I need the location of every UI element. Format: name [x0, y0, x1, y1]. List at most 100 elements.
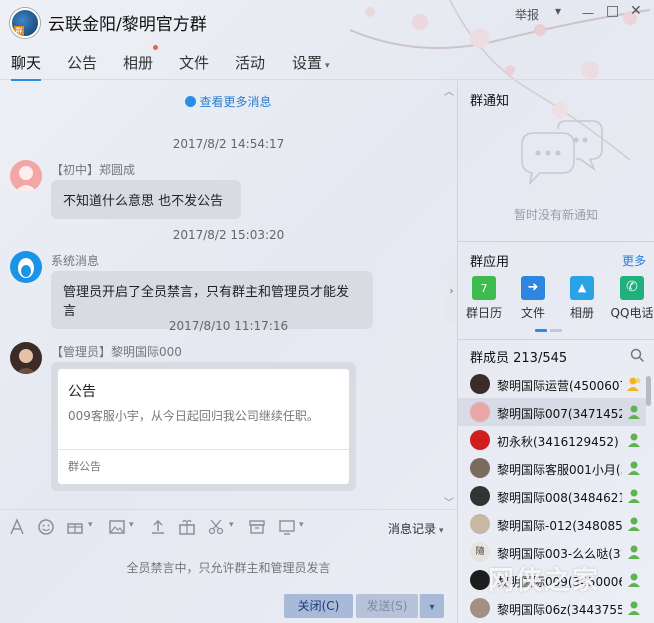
chevron-down-icon[interactable]: ▾	[555, 4, 561, 18]
group-badge: 群	[14, 26, 24, 36]
emoji-icon[interactable]	[37, 518, 55, 536]
watermark: 网侠之家	[488, 566, 601, 596]
user-photo-icon	[15, 349, 37, 374]
avatar[interactable]	[10, 251, 42, 283]
close-button[interactable]: 关闭(C)	[284, 594, 353, 618]
pager-dot[interactable]	[550, 329, 562, 332]
avatar	[470, 430, 490, 450]
avatar	[470, 570, 490, 590]
notice-card-content: 公告 009客服小宇，从今日起回归我公司继续任职。 群公告	[58, 369, 349, 484]
mute-hint: 全员禁言中，只允许群主和管理员发言	[126, 561, 331, 575]
sender-name: 系统消息	[51, 254, 100, 268]
tab-settings[interactable]: 设置 ▾	[292, 52, 330, 73]
chevron-down-icon[interactable]: ▾	[129, 520, 134, 530]
admin-icon	[628, 545, 640, 559]
tab-activity[interactable]: 活动	[235, 52, 265, 73]
close-icon[interactable]: ✕	[630, 3, 642, 19]
member-list-scrollbar[interactable]	[646, 376, 651, 406]
admin-icon	[628, 433, 640, 447]
album-icon: ▲	[570, 276, 594, 300]
image-icon[interactable]	[108, 518, 126, 536]
tab-settings-label: 设置	[292, 54, 323, 72]
notice-section-title: 群通知	[470, 94, 510, 109]
message-timestamp: 2017/8/2 14:54:17	[172, 137, 285, 151]
notice-body: 009客服小宇，从今日起回归我公司继续任职。	[68, 409, 319, 423]
chevron-down-icon[interactable]: ▾	[88, 520, 93, 530]
app-file[interactable]: ➜ 文件	[511, 276, 555, 321]
tab-files[interactable]: 文件	[179, 52, 209, 73]
chat-area[interactable]: 查看更多消息 2017/8/2 14:54:17 【初中】郑圆成 不知道什么意思…	[0, 81, 457, 507]
empty-notice-text: 暂时没有新通知	[513, 208, 598, 222]
calendar-icon: 7	[472, 276, 496, 300]
phone-icon: ✆	[620, 276, 644, 300]
search-icon[interactable]	[630, 348, 645, 363]
notice-card[interactable]: 公告 009客服小宇，从今日起回归我公司继续任职。 群公告	[51, 362, 356, 491]
archive-icon[interactable]	[248, 518, 266, 536]
message-record-button[interactable]: 消息记录 ▾	[388, 520, 444, 537]
gift-box-icon[interactable]	[66, 518, 84, 536]
chevron-down-icon[interactable]: ▾	[299, 520, 304, 530]
admin-icon	[628, 573, 640, 587]
font-icon[interactable]	[8, 518, 26, 536]
avatar	[470, 374, 490, 394]
avatar[interactable]	[10, 342, 42, 374]
app-label: QQ电话	[610, 306, 654, 320]
chevron-down-icon[interactable]: ﹀	[444, 494, 454, 509]
message-timestamp: 2017/8/2 15:03:20	[172, 228, 285, 242]
avatar: 隨	[470, 542, 490, 562]
clock-icon	[185, 96, 197, 107]
avatar	[470, 402, 490, 422]
member-item[interactable]: 黎明国际客服001小月(3	[458, 454, 646, 482]
tab-chat[interactable]: 聊天	[11, 52, 42, 81]
send-options-button[interactable]: ▾	[419, 594, 444, 618]
divider	[458, 339, 654, 340]
maximize-icon[interactable]: □	[606, 3, 619, 19]
title-bar: 群 云联金阳/黎明官方群 举报 ▾ — □ ✕	[0, 0, 654, 44]
group-avatar[interactable]: 群	[10, 8, 40, 38]
divider	[458, 241, 654, 242]
member-name: 黎明国际运营(45006079	[497, 379, 622, 393]
file-glyph: ➜	[527, 280, 539, 295]
collapse-panel-handle[interactable]: ›	[446, 262, 457, 322]
member-item[interactable]: 黎明国际007(34714523	[458, 398, 646, 426]
upload-icon[interactable]	[149, 518, 167, 536]
tab-album[interactable]: 相册	[123, 52, 153, 73]
app-label: 文件	[520, 306, 545, 320]
member-name: 黎明国际007(34714523	[497, 407, 622, 421]
message-bubble[interactable]: 不知道什么意思 也不发公告	[51, 180, 241, 219]
avatar	[470, 486, 490, 506]
chat-bubbles-icon	[521, 120, 603, 186]
avatar	[470, 514, 490, 534]
avatar	[470, 458, 490, 478]
member-item[interactable]: 黎明国际运营(45006079	[458, 370, 646, 398]
member-item[interactable]: 黎明国际06z(34437550	[458, 594, 646, 622]
app-calendar[interactable]: 7 群日历	[462, 276, 506, 321]
message-record-label: 消息记录	[388, 522, 437, 536]
owner-icon	[627, 377, 642, 391]
gift-icon[interactable]	[178, 518, 196, 536]
app-album[interactable]: ▲ 相册	[560, 276, 604, 321]
chevron-up-icon[interactable]: ︿	[444, 83, 454, 98]
pager-dot-active[interactable]	[535, 329, 547, 332]
member-item[interactable]: 黎明国际-012(3480859	[458, 510, 646, 538]
member-name: 黎明国际06z(34437550	[497, 603, 622, 617]
sender-name: 【初中】郑圆成	[51, 163, 136, 177]
member-name: 黎明国际-012(3480859	[497, 519, 622, 533]
screen-share-icon[interactable]	[278, 518, 296, 536]
more-messages-label: 查看更多消息	[199, 95, 272, 109]
report-link[interactable]: 举报	[515, 6, 539, 23]
chevron-down-icon[interactable]: ▾	[229, 520, 234, 530]
minimize-icon[interactable]: —	[582, 6, 594, 20]
tab-announcement[interactable]: 公告	[67, 52, 97, 73]
send-button[interactable]: 发送(S)	[356, 594, 418, 618]
apps-more-link[interactable]: 更多	[622, 252, 646, 269]
more-messages-link[interactable]: 查看更多消息	[0, 93, 457, 110]
member-item[interactable]: 初永秋(3416129452)	[458, 426, 646, 454]
app-label: 相册	[569, 306, 594, 320]
scissors-icon[interactable]	[207, 518, 225, 536]
right-panel: 群通知 暂时没有新通知 群应用 更多 7 群日历 ➜ 文件 ▲ 相册 ✆ QQ电…	[458, 81, 654, 623]
member-item[interactable]: 黎明国际008(34846211	[458, 482, 646, 510]
app-qq-phone[interactable]: ✆ QQ电话	[610, 276, 654, 321]
album-glyph: ▲	[577, 281, 587, 294]
avatar[interactable]	[10, 160, 42, 192]
